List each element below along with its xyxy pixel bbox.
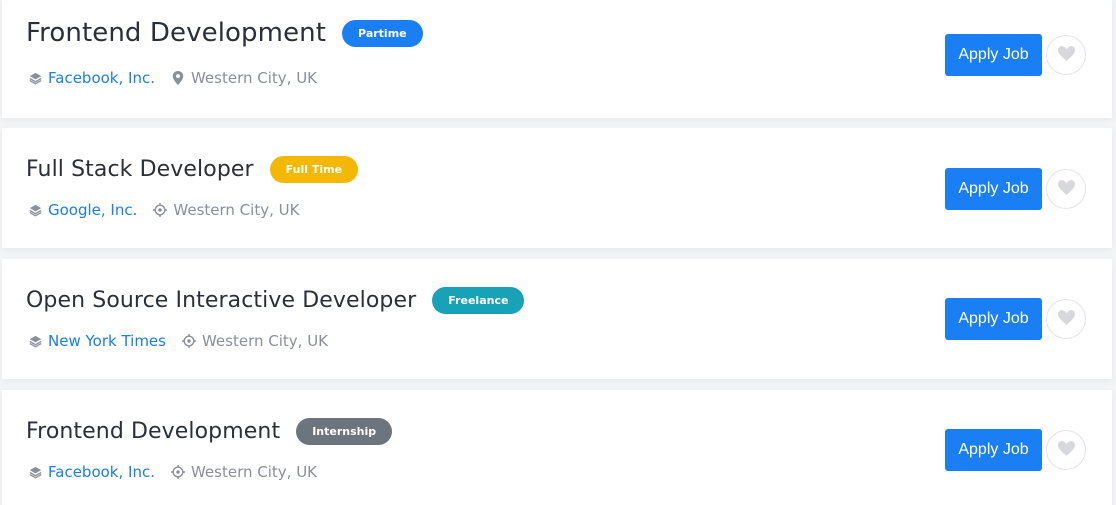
job-meta: New York Times Western City, UK <box>28 332 328 350</box>
job-location: Western City, UK <box>190 463 318 481</box>
apply-job-button[interactable]: Apply Job <box>945 429 1042 471</box>
job-card: Frontend Development Partime Facebook, I… <box>2 0 1112 118</box>
company-link[interactable]: New York Times <box>48 332 166 350</box>
layers-icon <box>28 71 42 85</box>
job-type-badge: Partime <box>342 19 423 47</box>
favorite-button[interactable] <box>1046 299 1086 339</box>
job-card: Open Source Interactive Developer Freela… <box>2 259 1112 379</box>
job-list: Frontend Development Partime Facebook, I… <box>0 0 1116 505</box>
job-meta: Facebook, Inc. Western City, UK <box>28 463 317 481</box>
heart-icon <box>1057 440 1075 460</box>
job-card: Full Stack Developer Full Time Google, I… <box>2 128 1112 248</box>
apply-job-button[interactable]: Apply Job <box>945 168 1042 210</box>
heart-icon <box>1057 309 1075 329</box>
heart-icon <box>1057 179 1075 199</box>
map-pin-icon <box>171 71 185 85</box>
heart-icon <box>1057 45 1075 65</box>
layers-icon <box>28 465 42 479</box>
company-link[interactable]: Google, Inc. <box>48 201 137 219</box>
job-title-row: Full Stack Developer Full Time <box>26 156 359 183</box>
layers-icon <box>28 334 42 348</box>
job-location: Western City, UK <box>190 69 318 87</box>
crosshair-icon <box>170 465 185 479</box>
job-meta: Google, Inc. Western City, UK <box>28 201 299 219</box>
job-location: Western City, UK <box>201 332 329 350</box>
favorite-button[interactable] <box>1046 169 1086 209</box>
crosshair-icon <box>181 334 196 348</box>
apply-job-button[interactable]: Apply Job <box>945 298 1042 340</box>
job-type-badge: Internship <box>296 418 393 445</box>
favorite-button[interactable] <box>1046 35 1086 75</box>
job-title-row: Frontend Development Partime <box>26 18 423 48</box>
crosshair-icon <box>153 203 168 217</box>
job-title-row: Open Source Interactive Developer Freela… <box>26 287 525 314</box>
company-link[interactable]: Facebook, Inc. <box>48 69 155 87</box>
favorite-button[interactable] <box>1046 430 1086 470</box>
job-card: Frontend Development Internship Facebook… <box>2 390 1112 505</box>
layers-icon <box>28 203 42 217</box>
job-title-row: Frontend Development Internship <box>26 418 393 445</box>
job-meta: Facebook, Inc. Western City, UK <box>28 69 317 87</box>
job-type-badge: Freelance <box>432 287 525 314</box>
job-title[interactable]: Frontend Development <box>26 419 280 444</box>
job-type-badge: Full Time <box>269 156 359 183</box>
job-title[interactable]: Frontend Development <box>26 18 326 48</box>
apply-job-button[interactable]: Apply Job <box>945 34 1042 76</box>
job-title[interactable]: Open Source Interactive Developer <box>26 288 416 313</box>
company-link[interactable]: Facebook, Inc. <box>48 463 155 481</box>
job-location: Western City, UK <box>173 201 300 219</box>
job-title[interactable]: Full Stack Developer <box>26 157 254 182</box>
